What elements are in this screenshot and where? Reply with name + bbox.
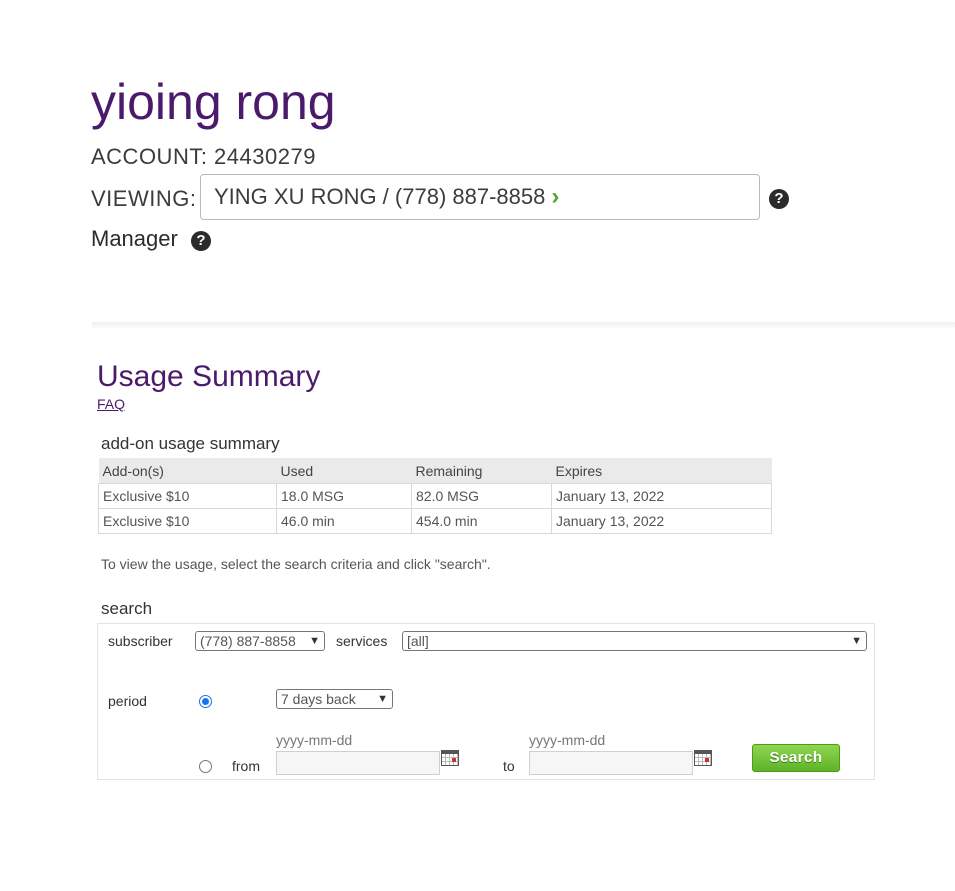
table-cell: 82.0 MSG — [411, 483, 552, 509]
addon-summary-heading: add-on usage summary — [101, 434, 280, 453]
to-date-hint: yyyy-mm-dd — [529, 732, 606, 748]
addon-usage-table: Add-on(s) Used Remaining Expires Exclusi… — [98, 458, 772, 534]
column-header: Add-on(s) — [98, 458, 277, 484]
subscriber-label: subscriber — [108, 633, 173, 649]
viewing-value: YING XU RONG / (778) 887-8858 — [214, 184, 546, 209]
column-header: Expires — [551, 458, 772, 484]
usage-instructions: To view the usage, select the search cri… — [101, 556, 491, 572]
role-label: Manager — [91, 226, 178, 251]
section-divider — [92, 322, 955, 328]
chevron-down-icon: ▼ — [851, 635, 862, 647]
subscriber-select[interactable]: (778) 887-8858 ▼ — [195, 631, 325, 651]
from-label: from — [232, 758, 260, 774]
column-header: Remaining — [411, 458, 552, 484]
to-date-input[interactable] — [529, 751, 693, 775]
viewing-label: VIEWING: — [91, 186, 197, 211]
period-label: period — [108, 693, 147, 709]
period-preset-radio[interactable] — [199, 695, 212, 708]
services-label: services — [336, 633, 388, 649]
from-date-hint: yyyy-mm-dd — [276, 732, 353, 748]
table-cell: 46.0 min — [276, 508, 412, 534]
chevron-down-icon: ▼ — [309, 635, 320, 647]
calendar-icon[interactable] — [441, 750, 459, 766]
services-select[interactable]: [all] ▼ — [402, 631, 867, 651]
user-name: yioing rong — [91, 74, 336, 130]
table-cell: 454.0 min — [411, 508, 552, 534]
chevron-right-icon: › — [551, 183, 560, 210]
faq-link[interactable]: FAQ — [97, 396, 125, 412]
viewing-selector[interactable]: YING XU RONG / (778) 887-8858 › — [200, 174, 760, 220]
table-header-row: Add-on(s) Used Remaining Expires — [98, 458, 772, 484]
period-select-value: 7 days back — [281, 691, 356, 707]
table-row: Exclusive $10 46.0 min 454.0 min January… — [98, 508, 772, 534]
table-cell: Exclusive $10 — [98, 483, 277, 509]
search-button[interactable]: Search — [752, 744, 840, 772]
from-date-input[interactable] — [276, 751, 440, 775]
search-heading: search — [101, 599, 153, 618]
page-title: Usage Summary — [97, 360, 321, 393]
services-select-value: [all] — [407, 633, 429, 649]
help-icon[interactable]: ? — [769, 189, 789, 209]
table-cell: January 13, 2022 — [551, 483, 772, 509]
column-header: Used — [276, 458, 412, 484]
period-range-radio[interactable] — [199, 760, 212, 773]
subscriber-select-value: (778) 887-8858 — [200, 633, 296, 649]
chevron-down-icon: ▼ — [377, 693, 388, 705]
table-cell: Exclusive $10 — [98, 508, 277, 534]
table-cell: 18.0 MSG — [276, 483, 412, 509]
to-label: to — [503, 758, 515, 774]
table-cell: January 13, 2022 — [551, 508, 772, 534]
help-icon[interactable]: ? — [191, 231, 211, 251]
period-select[interactable]: 7 days back ▼ — [276, 689, 393, 709]
account-number: ACCOUNT: 24430279 — [91, 144, 316, 169]
table-row: Exclusive $10 18.0 MSG 82.0 MSG January … — [98, 483, 772, 509]
calendar-icon[interactable] — [694, 750, 712, 766]
